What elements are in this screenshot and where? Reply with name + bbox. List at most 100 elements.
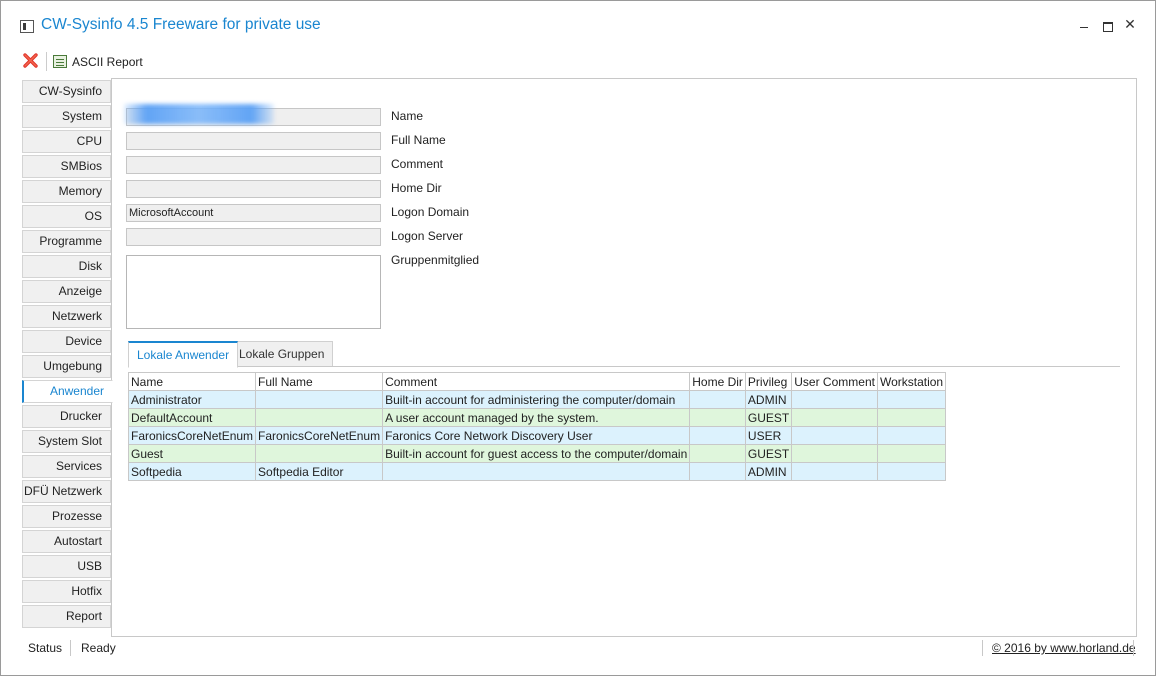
- sidebar-item-autostart[interactable]: Autostart: [22, 530, 111, 553]
- sidebar-item-drucker[interactable]: Drucker: [22, 405, 111, 428]
- cell-full-name: FaronicsCoreNetEnum: [255, 426, 384, 445]
- full-name-label: Full Name: [391, 133, 446, 147]
- sidebar-item-system-slot[interactable]: System Slot: [22, 430, 111, 453]
- app-icon: [20, 20, 34, 33]
- cell-user-comment: [791, 426, 878, 445]
- cell-name: Softpedia: [127, 462, 257, 481]
- sidebar-item-prozesse[interactable]: Prozesse: [22, 505, 111, 528]
- cell-comment: A user account managed by the system.: [382, 408, 691, 427]
- sidebar-item-hotfix[interactable]: Hotfix: [22, 580, 111, 603]
- table-row[interactable]: Administrator Built-in account for admin…: [127, 390, 947, 409]
- column-header-home-dir[interactable]: Home Dir: [689, 372, 746, 391]
- sidebar-item-dfu-netzwerk[interactable]: DFÜ Netzwerk: [22, 480, 111, 503]
- sidebar-item-programme[interactable]: Programme: [22, 230, 111, 253]
- column-header-name[interactable]: Name: [127, 372, 257, 391]
- sidebar-item-report[interactable]: Report: [22, 605, 111, 628]
- sidebar-item-smbios[interactable]: SMBios: [22, 155, 111, 178]
- column-header-full-name[interactable]: Full Name: [255, 372, 384, 391]
- tab-lokale-anwender[interactable]: Lokale Anwender: [128, 341, 239, 368]
- sidebar-item-usb[interactable]: USB: [22, 555, 111, 578]
- cell-privileg: GUEST: [744, 444, 793, 463]
- sidebar-item-cpu[interactable]: CPU: [22, 130, 111, 153]
- group-membership-box[interactable]: [126, 255, 381, 329]
- cell-home-dir: [689, 444, 746, 463]
- cell-name: Administrator: [127, 390, 257, 409]
- sidebar-item-anwender[interactable]: Anwender: [22, 380, 113, 403]
- window-title: CW-Sysinfo 4.5 Freeware for private use: [41, 16, 321, 33]
- cell-privileg: USER: [744, 426, 793, 445]
- sidebar-item-device[interactable]: Device: [22, 330, 111, 353]
- maximize-button[interactable]: [1097, 15, 1117, 35]
- logon-domain-label: Logon Domain: [391, 205, 470, 219]
- logon-server-label: Logon Server: [391, 229, 464, 243]
- status-separator: [1133, 640, 1134, 656]
- sidebar-item-anzeige[interactable]: Anzeige: [22, 280, 111, 303]
- cell-home-dir: [689, 390, 746, 409]
- red-x-icon[interactable]: [22, 52, 39, 69]
- cell-workstation: [876, 444, 947, 463]
- comment-label: Comment: [391, 157, 444, 171]
- home-dir-field[interactable]: [126, 180, 381, 198]
- sidebar-item-umgebung[interactable]: Umgebung: [22, 355, 111, 378]
- cell-privileg: GUEST: [744, 408, 793, 427]
- cell-comment: [382, 462, 691, 481]
- status-value: Ready: [81, 641, 116, 655]
- tab-divider: [128, 366, 1120, 367]
- cell-privileg: ADMIN: [744, 462, 793, 481]
- column-header-workstation[interactable]: Workstation: [876, 372, 947, 391]
- table-header: Name Full Name Comment Home Dir Privileg…: [127, 372, 947, 391]
- table-row[interactable]: DefaultAccount A user account managed by…: [127, 408, 947, 427]
- user-panel: Name Full Name Comment Home Dir Microsof…: [111, 78, 1137, 637]
- status-label: Status: [28, 641, 63, 655]
- copyright-link[interactable]: © 2016 by www.horland.de: [992, 641, 1136, 655]
- status-separator: [70, 640, 71, 656]
- cell-home-dir: [689, 462, 746, 481]
- cell-user-comment: [791, 462, 878, 481]
- cell-full-name: [255, 408, 384, 427]
- cell-home-dir: [689, 408, 746, 427]
- cell-comment: Faronics Core Network Discovery User: [382, 426, 691, 445]
- table-row[interactable]: Softpedia Softpedia Editor ADMIN: [127, 462, 947, 481]
- cell-privileg: ADMIN: [744, 390, 793, 409]
- cell-comment: Built-in account for administering the c…: [382, 390, 691, 409]
- table-row[interactable]: FaronicsCoreNetEnum FaronicsCoreNetEnum …: [127, 426, 947, 445]
- sidebar-item-os[interactable]: OS: [22, 205, 111, 228]
- cell-home-dir: [689, 426, 746, 445]
- sidebar-item-system[interactable]: System: [22, 105, 111, 128]
- status-separator: [982, 640, 983, 656]
- title-bar: CW-Sysinfo 4.5 Freeware for private use …: [1, 1, 1155, 43]
- minimize-button[interactable]: [1074, 15, 1094, 35]
- logon-domain-field[interactable]: MicrosoftAccount: [126, 204, 381, 222]
- sidebar-item-netzwerk[interactable]: Netzwerk: [22, 305, 111, 328]
- ascii-report-button[interactable]: ASCII Report: [53, 52, 143, 71]
- table-row[interactable]: Guest Built-in account for guest access …: [127, 444, 947, 463]
- cell-full-name: [255, 390, 384, 409]
- redacted-name: [124, 104, 274, 124]
- tab-lokale-gruppen[interactable]: Lokale Gruppen: [230, 341, 334, 367]
- cell-name: DefaultAccount: [127, 408, 257, 427]
- cell-comment: Built-in account for guest access to the…: [382, 444, 691, 463]
- users-table: Name Full Name Comment Home Dir Privileg…: [127, 372, 947, 481]
- sidebar-item-cw-sysinfo[interactable]: CW-Sysinfo: [22, 80, 111, 103]
- column-header-comment[interactable]: Comment: [382, 372, 691, 391]
- cell-user-comment: [791, 408, 878, 427]
- status-bar: Status Ready © 2016 by www.horland.de: [1, 637, 1155, 659]
- sidebar-item-services[interactable]: Services: [22, 455, 111, 478]
- cell-full-name: Softpedia Editor: [255, 462, 384, 481]
- full-name-field[interactable]: [126, 132, 381, 150]
- logon-server-field[interactable]: [126, 228, 381, 246]
- comment-field[interactable]: [126, 156, 381, 174]
- column-header-privileg[interactable]: Privileg: [744, 372, 793, 391]
- name-label: Name: [391, 109, 424, 123]
- close-window-button[interactable]: ✕: [1120, 15, 1140, 35]
- cell-full-name: [255, 444, 384, 463]
- sidebar-item-memory[interactable]: Memory: [22, 180, 111, 203]
- cell-workstation: [876, 390, 947, 409]
- column-header-user-comment[interactable]: User Comment: [791, 372, 878, 391]
- cell-workstation: [876, 462, 947, 481]
- cell-user-comment: [791, 444, 878, 463]
- toolbar-separator: [46, 52, 47, 71]
- cell-name: FaronicsCoreNetEnum: [127, 426, 257, 445]
- app-window: CW-Sysinfo 4.5 Freeware for private use …: [0, 0, 1156, 676]
- sidebar-item-disk[interactable]: Disk: [22, 255, 111, 278]
